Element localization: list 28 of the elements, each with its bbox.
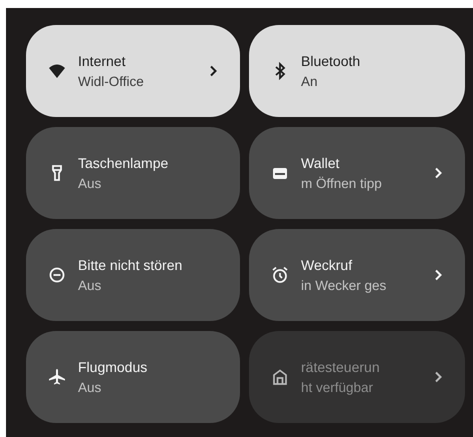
tile-status: ht verfügbar [301,380,374,395]
tile-status: Aus [78,278,102,293]
wifi-icon [48,62,66,80]
do-not-disturb-icon [48,266,66,284]
tile-title: rätesteuerun [301,359,381,375]
quick-settings-tile[interactable]: Internet Widl-Office [26,25,240,117]
tile-status: An [301,74,319,89]
tile-title: Internet [78,53,126,69]
tile-title: Bluetooth [301,53,362,69]
tile-status: in Wecker ges [301,278,388,293]
tile-title: Weckruf [301,257,354,273]
alarm-clock-icon [271,266,289,284]
tile-title: Wallet [301,155,340,171]
quick-settings-tile[interactable]: Bitte nicht stören Aus [26,229,240,321]
tile-title: Bitte nicht stören [78,257,184,273]
home-icon [271,368,289,386]
tile-status: Aus [78,380,102,395]
quick-settings-tile[interactable]: Bluetooth An [249,25,465,117]
quick-settings-tile[interactable]: Wallet m Öffnen tipp [249,127,465,219]
airplane-icon [48,368,66,386]
tile-title: Taschenlampe [78,155,170,171]
tile-status: Aus [78,176,102,191]
tile-title: Flugmodus [78,359,148,375]
quick-settings-tile[interactable]: Flugmodus Aus [26,331,240,423]
tile-status: m Öffnen tipp [301,176,383,191]
tile-status: Widl-Office [78,74,145,89]
quick-settings-tile[interactable]: Taschenlampe Aus [26,127,240,219]
quick-settings-tile[interactable]: Weckruf in Wecker ges [249,229,465,321]
